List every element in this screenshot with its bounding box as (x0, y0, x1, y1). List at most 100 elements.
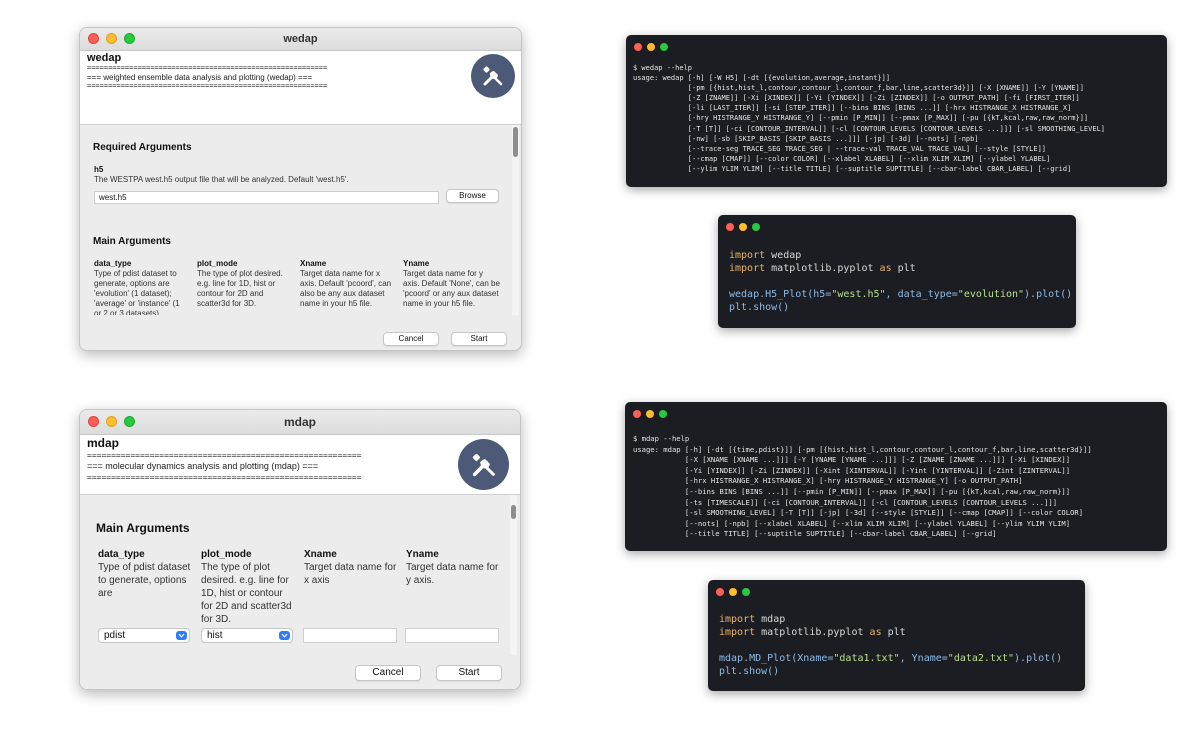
minimize-window-button[interactable] (739, 223, 747, 231)
code-module: wedap (771, 250, 802, 261)
help-line: [-li [LAST_ITER]] [-si [STEP_ITER]] [--b… (633, 104, 1072, 113)
help-line: $ mdap --help (633, 434, 690, 443)
yname-input[interactable] (405, 628, 499, 643)
close-window-button[interactable] (88, 416, 99, 427)
window-title: mdap (283, 415, 316, 429)
plot-mode-select[interactable]: hist (201, 628, 293, 643)
wedap-title-bar: wedap (80, 28, 521, 51)
h5-label: h5 (94, 165, 104, 174)
wedap-code-snippet: import wedap import matplotlib.pyplot as… (718, 215, 1076, 328)
close-window-button[interactable] (716, 588, 724, 596)
help-line: [-hry HISTRANGE_Y HISTRANGE_Y] [--pmin [… (633, 114, 1089, 123)
vertical-scrollbar[interactable] (512, 125, 519, 315)
code-call: plt.show() (719, 666, 780, 677)
vertical-scrollbar[interactable] (510, 495, 517, 655)
zoom-window-button[interactable] (752, 223, 760, 231)
code-keyword: import (719, 614, 756, 625)
minimize-window-button[interactable] (646, 410, 654, 418)
arguments-panel: Required Arguments h5 The WESTPA west.h5… (80, 125, 512, 315)
help-line: [--cmap [CMAP]] [--color COLOR] [--xlabe… (633, 154, 1051, 163)
arg-plot_mode: plot_mode The type of plot desired. e.g.… (201, 548, 297, 626)
help-line: [--trace-seg TRACE_SEG TRACE_SEG | --tra… (633, 144, 1047, 153)
browse-button[interactable]: Browse (446, 189, 499, 203)
arg-name: data_type (94, 259, 132, 268)
arg-description: Type of pdist dataset to generate, optio… (94, 269, 180, 315)
form-area: Main Arguments data_type Type of pdist d… (80, 495, 520, 689)
h5-description: The WESTPA west.h5 output file that will… (94, 175, 349, 184)
tools-icon (458, 439, 509, 490)
banner-line-3: ========================================… (87, 473, 362, 482)
close-window-button[interactable] (634, 43, 642, 51)
code-call: ).plot() (1014, 653, 1063, 664)
start-button[interactable]: Start (451, 332, 507, 346)
minimize-window-button[interactable] (106, 33, 117, 44)
banner-line-2: === molecular dynamics analysis and plot… (87, 461, 319, 471)
code-block: import wedap import matplotlib.pyplot as… (729, 249, 1072, 314)
code-module: mdap (761, 614, 786, 625)
arg-name: plot_mode (201, 549, 252, 560)
scrollbar-thumb[interactable] (511, 505, 516, 519)
data-type-select[interactable]: pdist (98, 628, 190, 643)
arg-Yname: Yname Target data name for y axis. (406, 548, 502, 587)
h5-file-input[interactable]: west.h5 (94, 191, 439, 204)
arg-name: data_type (98, 549, 145, 560)
code-call: mdap.MD_Plot(Xname= (719, 653, 834, 664)
arg-description: The type of plot desired. e.g. line for … (201, 562, 292, 625)
wedap-help-terminal: $ wedap --help usage: wedap [-h] [-W H5]… (626, 35, 1167, 187)
code-string: "data1.txt" (833, 653, 900, 664)
zoom-window-button[interactable] (742, 588, 750, 596)
app-name: mdap (87, 436, 120, 450)
arg-description: Target data name for y axis. Default 'No… (403, 269, 500, 308)
scrollbar-thumb[interactable] (513, 127, 518, 157)
code-call: , data_type= (885, 289, 958, 300)
code-string: "west.h5" (831, 289, 886, 300)
close-window-button[interactable] (633, 410, 641, 418)
code-module: plt (887, 627, 906, 638)
window-title: wedap (283, 33, 318, 45)
code-module: matplotlib.pyplot (771, 263, 874, 274)
arg-description: Type of pdist dataset to generate, optio… (98, 562, 191, 599)
help-line: [-Z [ZNAME]] [-Xi [XINDEX]] [-Yi [YINDEX… (633, 94, 1080, 103)
banner-line-3: ========================================… (87, 82, 328, 90)
app-name: wedap (87, 52, 122, 64)
arg-name: Xname (304, 549, 337, 560)
help-line: [-sl SMOOTHING_LEVEL] [-T [T]] [-jp] [-3… (633, 508, 1084, 518)
help-line: usage: mdap [-h] [-dt [{time,pdist}]] [-… (633, 444, 1092, 454)
arg-name: Yname (403, 259, 430, 268)
zoom-window-button[interactable] (124, 416, 135, 427)
code-keyword: as (879, 263, 892, 274)
start-button[interactable]: Start (436, 665, 502, 681)
banner-line-2: === weighted ensemble data analysis and … (87, 73, 313, 82)
close-window-button[interactable] (726, 223, 734, 231)
zoom-window-button[interactable] (660, 43, 668, 51)
minimize-window-button[interactable] (106, 416, 117, 427)
cancel-button[interactable]: Cancel (383, 332, 439, 346)
code-call: plt.show() (729, 302, 790, 313)
help-line: [-ts [TIMESCALE]] [-ci [CONTOUR_INTERVAL… (633, 497, 1058, 507)
code-block: import mdap import matplotlib.pyplot as … (719, 613, 1062, 678)
close-window-button[interactable] (88, 33, 99, 44)
arg-description: The type of plot desired. e.g. line for … (197, 269, 283, 308)
h5-argument: h5 The WESTPA west.h5 output file that w… (94, 165, 424, 185)
select-value: pdist (104, 630, 126, 641)
zoom-window-button[interactable] (124, 33, 135, 44)
code-keyword: import (729, 263, 766, 274)
select-value: hist (207, 630, 223, 641)
arg-plot_mode: plot_mode The type of plot desired. e.g.… (197, 259, 292, 309)
minimize-window-button[interactable] (729, 588, 737, 596)
arg-description: Target data name for x axis (304, 562, 397, 586)
arg-data_type: data_type Type of pdist dataset to gener… (94, 259, 189, 315)
help-output: $ mdap --help usage: mdap [-h] [-dt [{ti… (633, 434, 1092, 540)
minimize-window-button[interactable] (647, 43, 655, 51)
app-header: wedap ==================================… (80, 51, 521, 125)
xname-input[interactable] (303, 628, 397, 643)
banner-line-1: ========================================… (87, 64, 328, 72)
cancel-button[interactable]: Cancel (355, 665, 421, 681)
help-line: [-T [T]] [-ci [CONTOUR_INTERVAL]] [-cl [… (633, 124, 1106, 133)
mdap-help-terminal: $ mdap --help usage: mdap [-h] [-dt [{ti… (625, 402, 1167, 551)
help-line: [-nw] [-sb [SKIP_BASIS [SKIP_BASIS ...]]… (633, 134, 979, 143)
help-line: [--nots] [-npb] [--xlabel XLABEL] [--xli… (633, 518, 1071, 528)
zoom-window-button[interactable] (659, 410, 667, 418)
arg-data_type: data_type Type of pdist dataset to gener… (98, 548, 194, 600)
mdap-window: mdap mdap ==============================… (79, 409, 521, 690)
